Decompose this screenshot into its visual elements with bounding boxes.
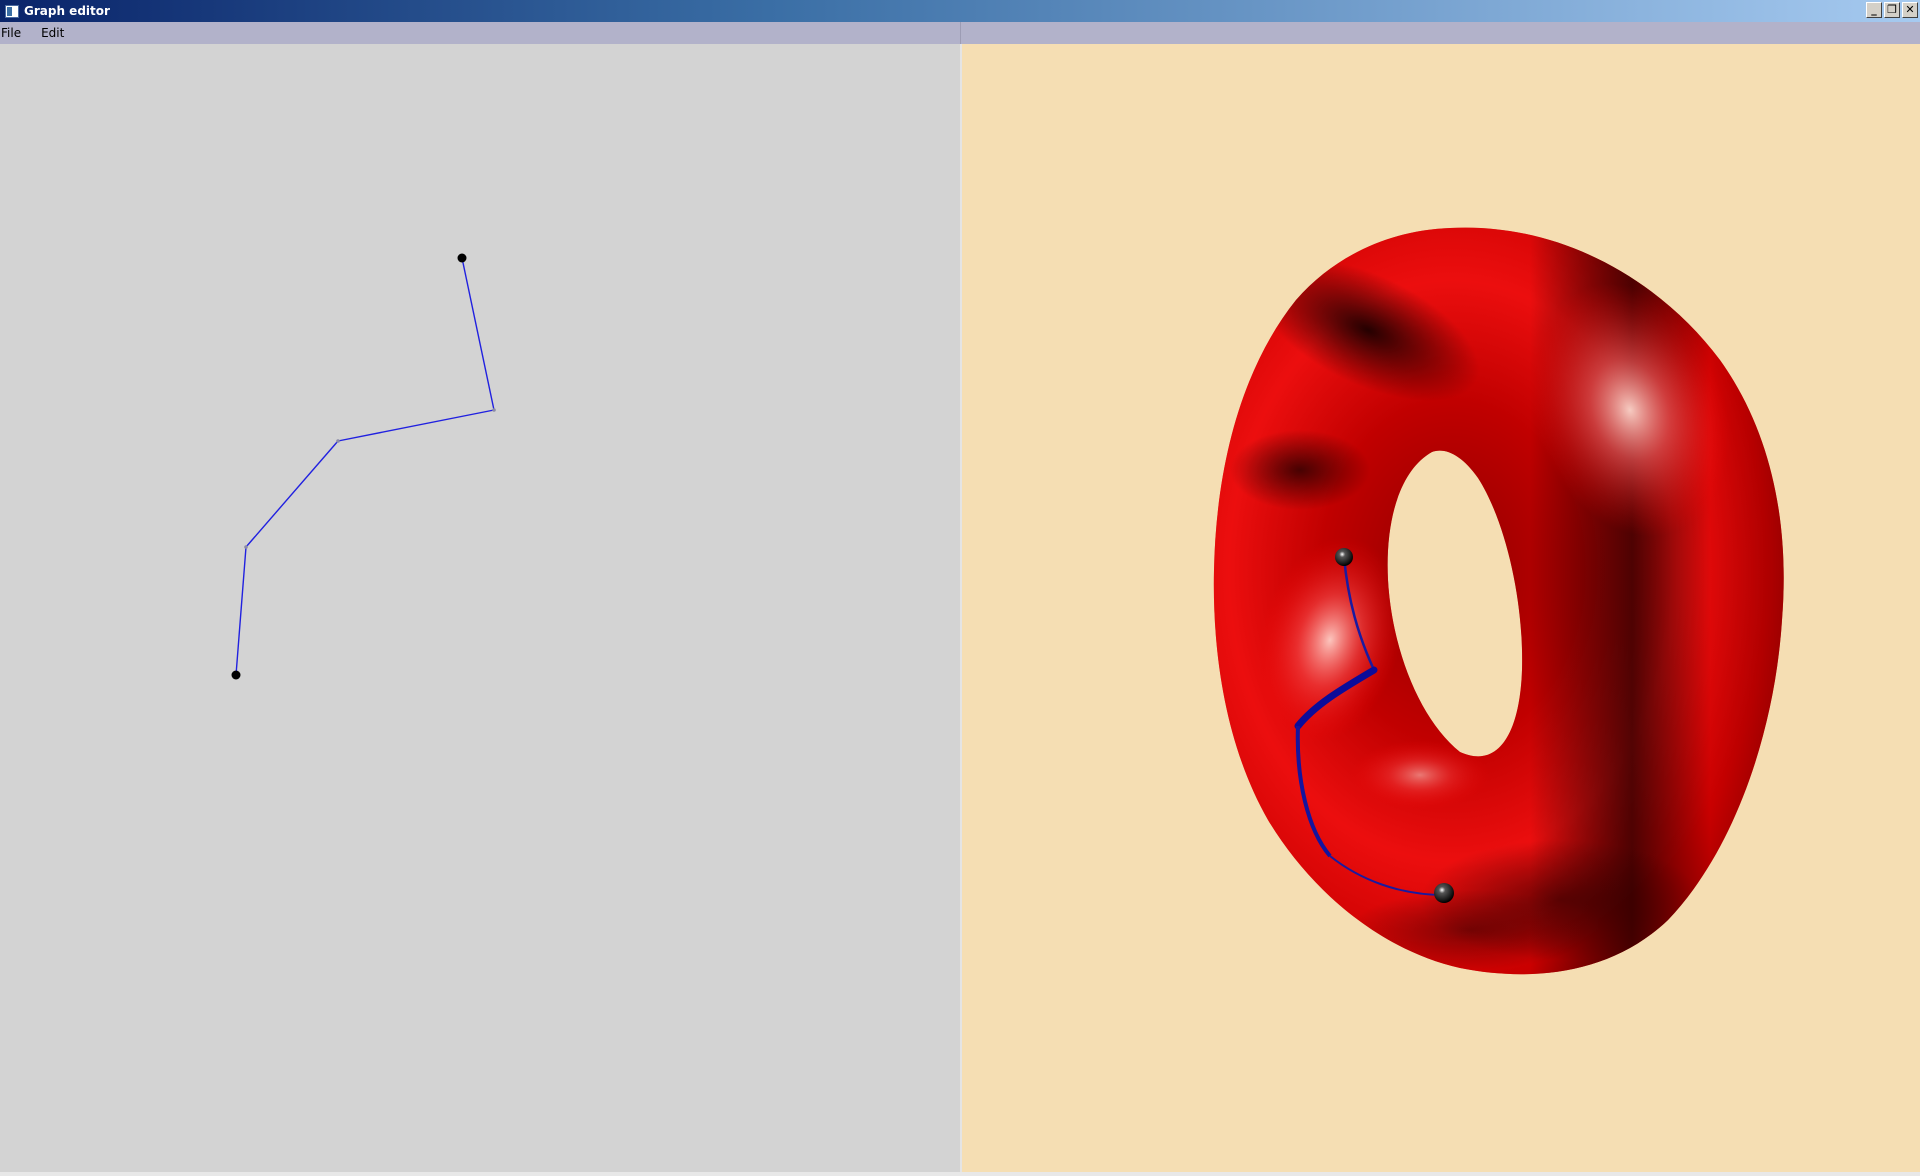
window-title: Graph editor [24,4,110,18]
close-button[interactable]: ✕ [1902,2,1918,18]
torus-marker[interactable] [1434,883,1454,903]
graph-edge[interactable] [337,409,495,442]
torus-marker[interactable] [1335,548,1353,566]
graph-2d-canvas[interactable] [0,44,960,1172]
minimize-button[interactable]: _ [1866,2,1882,18]
graph-edge[interactable] [235,546,247,676]
restore-button[interactable]: ❐ [1884,2,1900,18]
graph-vertex[interactable] [336,439,340,443]
graph-edge[interactable] [461,257,495,411]
window-bottom-edge [0,1172,1920,1176]
graph-vertex-endpoint[interactable] [457,253,467,263]
window-controls: _ ❐ ✕ [1866,2,1918,18]
graph-edges [235,257,495,676]
title-bar[interactable]: Graph editor _ ❐ ✕ [0,0,1920,22]
torus-surface[interactable] [1200,220,1800,1000]
graph-vertex-endpoint[interactable] [231,670,241,680]
torus-3d-svg[interactable] [962,44,1920,1172]
app-window-icon[interactable] [5,4,19,18]
graph-2d-svg[interactable] [0,44,960,1172]
menu-bar: File Edit [0,22,1920,44]
menu-file[interactable]: File [0,26,32,40]
view-3d-canvas[interactable] [962,44,1920,1172]
menu-edit[interactable]: Edit [40,26,75,40]
graph-editor-window: Graph editor _ ❐ ✕ File Edit [0,0,1920,1176]
graph-edge[interactable] [245,440,339,548]
menubar-divider [960,22,961,44]
graph-vertices [231,253,496,680]
graph-vertex[interactable] [492,408,496,412]
graph-vertex[interactable] [244,545,248,549]
